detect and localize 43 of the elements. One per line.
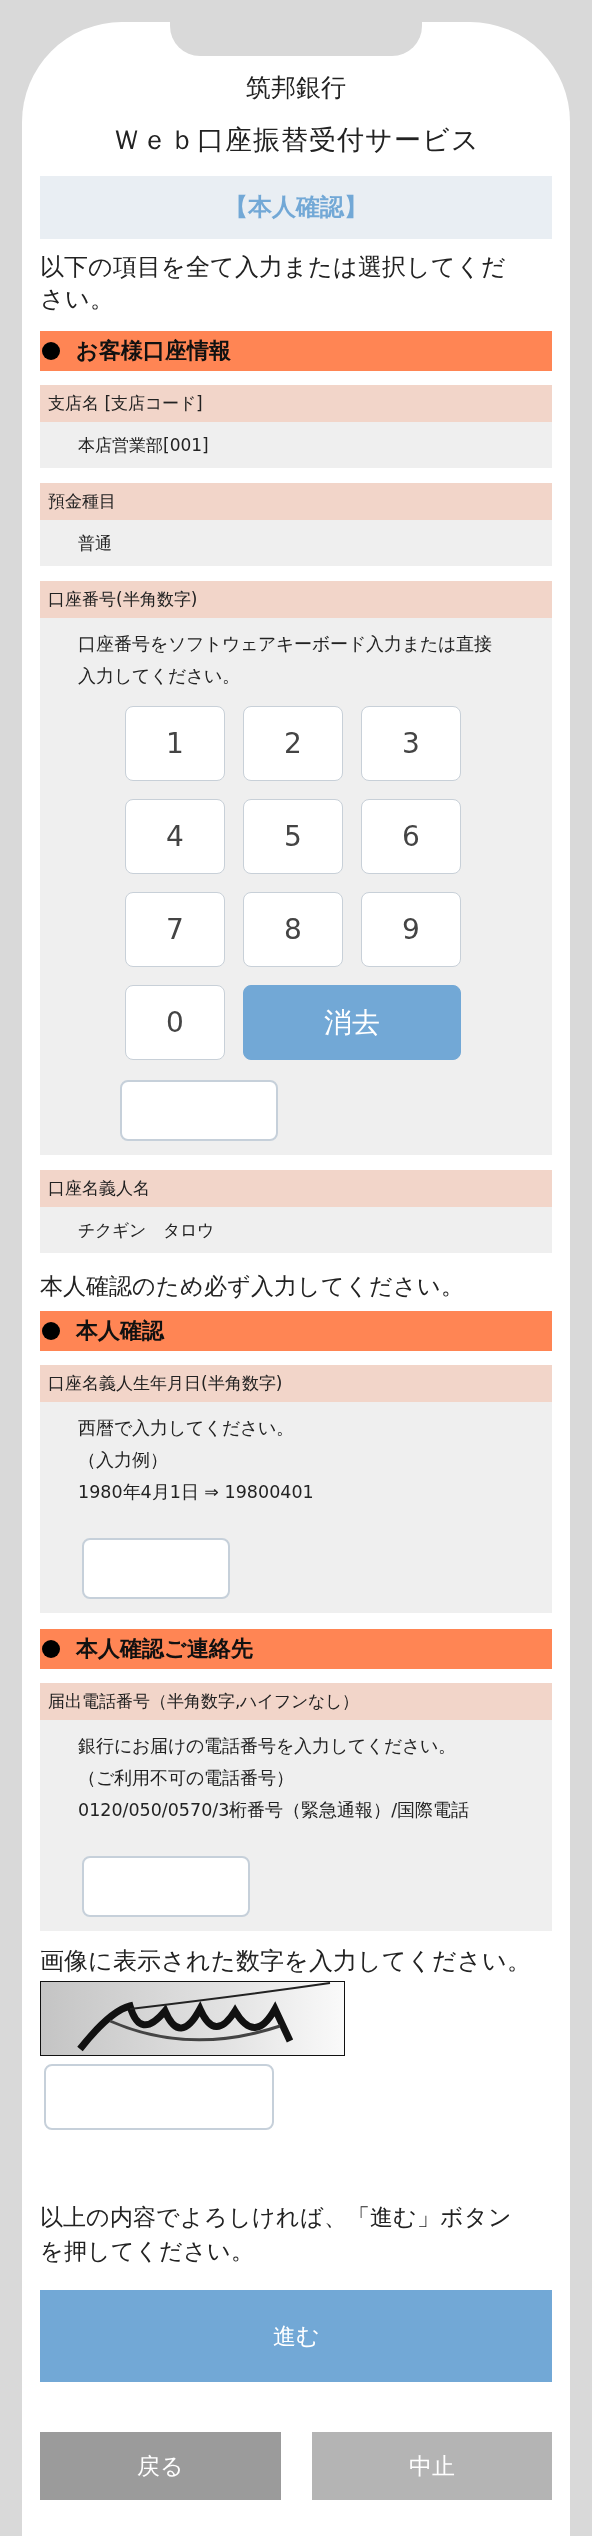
digit-key[interactable]: 9 — [361, 892, 461, 967]
section-title: お客様口座情報 — [76, 337, 231, 365]
field-label: 支店名 [支店コード] — [40, 385, 552, 422]
hint-text: 0120/050/0570/3桁番号（緊急通報）/国際電話 — [78, 1799, 471, 1822]
field-label: 届出電話番号（半角数字,ハイフンなし） — [40, 1683, 552, 1720]
hint-text: 口座番号をソフトウェアキーボード入力または直接入力してください。 — [78, 633, 493, 688]
instruction-text: 本人確認のため必ず入力してください。 — [40, 1272, 465, 1301]
instruction-text: 画像に表示された数字を入力してください。 — [40, 1946, 532, 1977]
input-field[interactable] — [82, 1538, 230, 1599]
digit-key[interactable]: 6 — [361, 799, 461, 874]
instruction-text: 以下の項目を全て入力または選択してください。 — [40, 252, 507, 315]
digit-key[interactable]: 3 — [361, 706, 461, 781]
bullet-icon — [42, 1322, 60, 1340]
field-label: 預金種目 — [40, 483, 552, 520]
input-field[interactable] — [82, 1856, 250, 1917]
hint-text: 西暦で入力してください。 — [78, 1417, 295, 1440]
hint-text: （ご利用不可の電話番号） — [78, 1767, 295, 1790]
digit-key[interactable]: 1 — [125, 706, 225, 781]
input-field[interactable] — [120, 1080, 278, 1141]
field-label: 口座番号(半角数字) — [40, 581, 552, 618]
bank-name: 筑邦銀行 — [245, 72, 347, 104]
page-title: 【本人確認】 — [40, 176, 552, 239]
digit-key[interactable]: 5 — [243, 799, 343, 874]
service-title: Ｗｅｂ口座振替受付サービス — [111, 123, 481, 157]
bullet-icon — [42, 342, 60, 360]
bullet-icon — [42, 1640, 60, 1658]
field-value: 本店営業部[001] — [40, 422, 552, 468]
section-title: 本人確認 — [76, 1317, 164, 1345]
hint-text: 銀行にお届けの電話番号を入力してください。 — [78, 1735, 457, 1758]
digit-key[interactable]: 7 — [125, 892, 225, 967]
hint-text: 1980年4月1日 ⇒ 19800401 — [78, 1481, 315, 1504]
instruction-text: 以上の内容でよろしければ、「進む」ボタンを押してください。 — [40, 2203, 513, 2266]
input-field[interactable] — [44, 2064, 274, 2130]
field-label: 口座名義人名 — [40, 1170, 552, 1207]
digit-key[interactable]: 4 — [125, 799, 225, 874]
field-value: チクギン タロウ — [40, 1207, 552, 1253]
digit-key[interactable]: 0 — [125, 985, 225, 1060]
field-value: 普通 — [40, 520, 552, 566]
digit-key[interactable]: 2 — [243, 706, 343, 781]
field-label: 口座名義人生年月日(半角数字) — [40, 1365, 552, 1402]
section-title: 本人確認ご連絡先 — [76, 1635, 253, 1663]
digit-key[interactable]: 8 — [243, 892, 343, 967]
hint-text: （入力例） — [78, 1449, 169, 1472]
